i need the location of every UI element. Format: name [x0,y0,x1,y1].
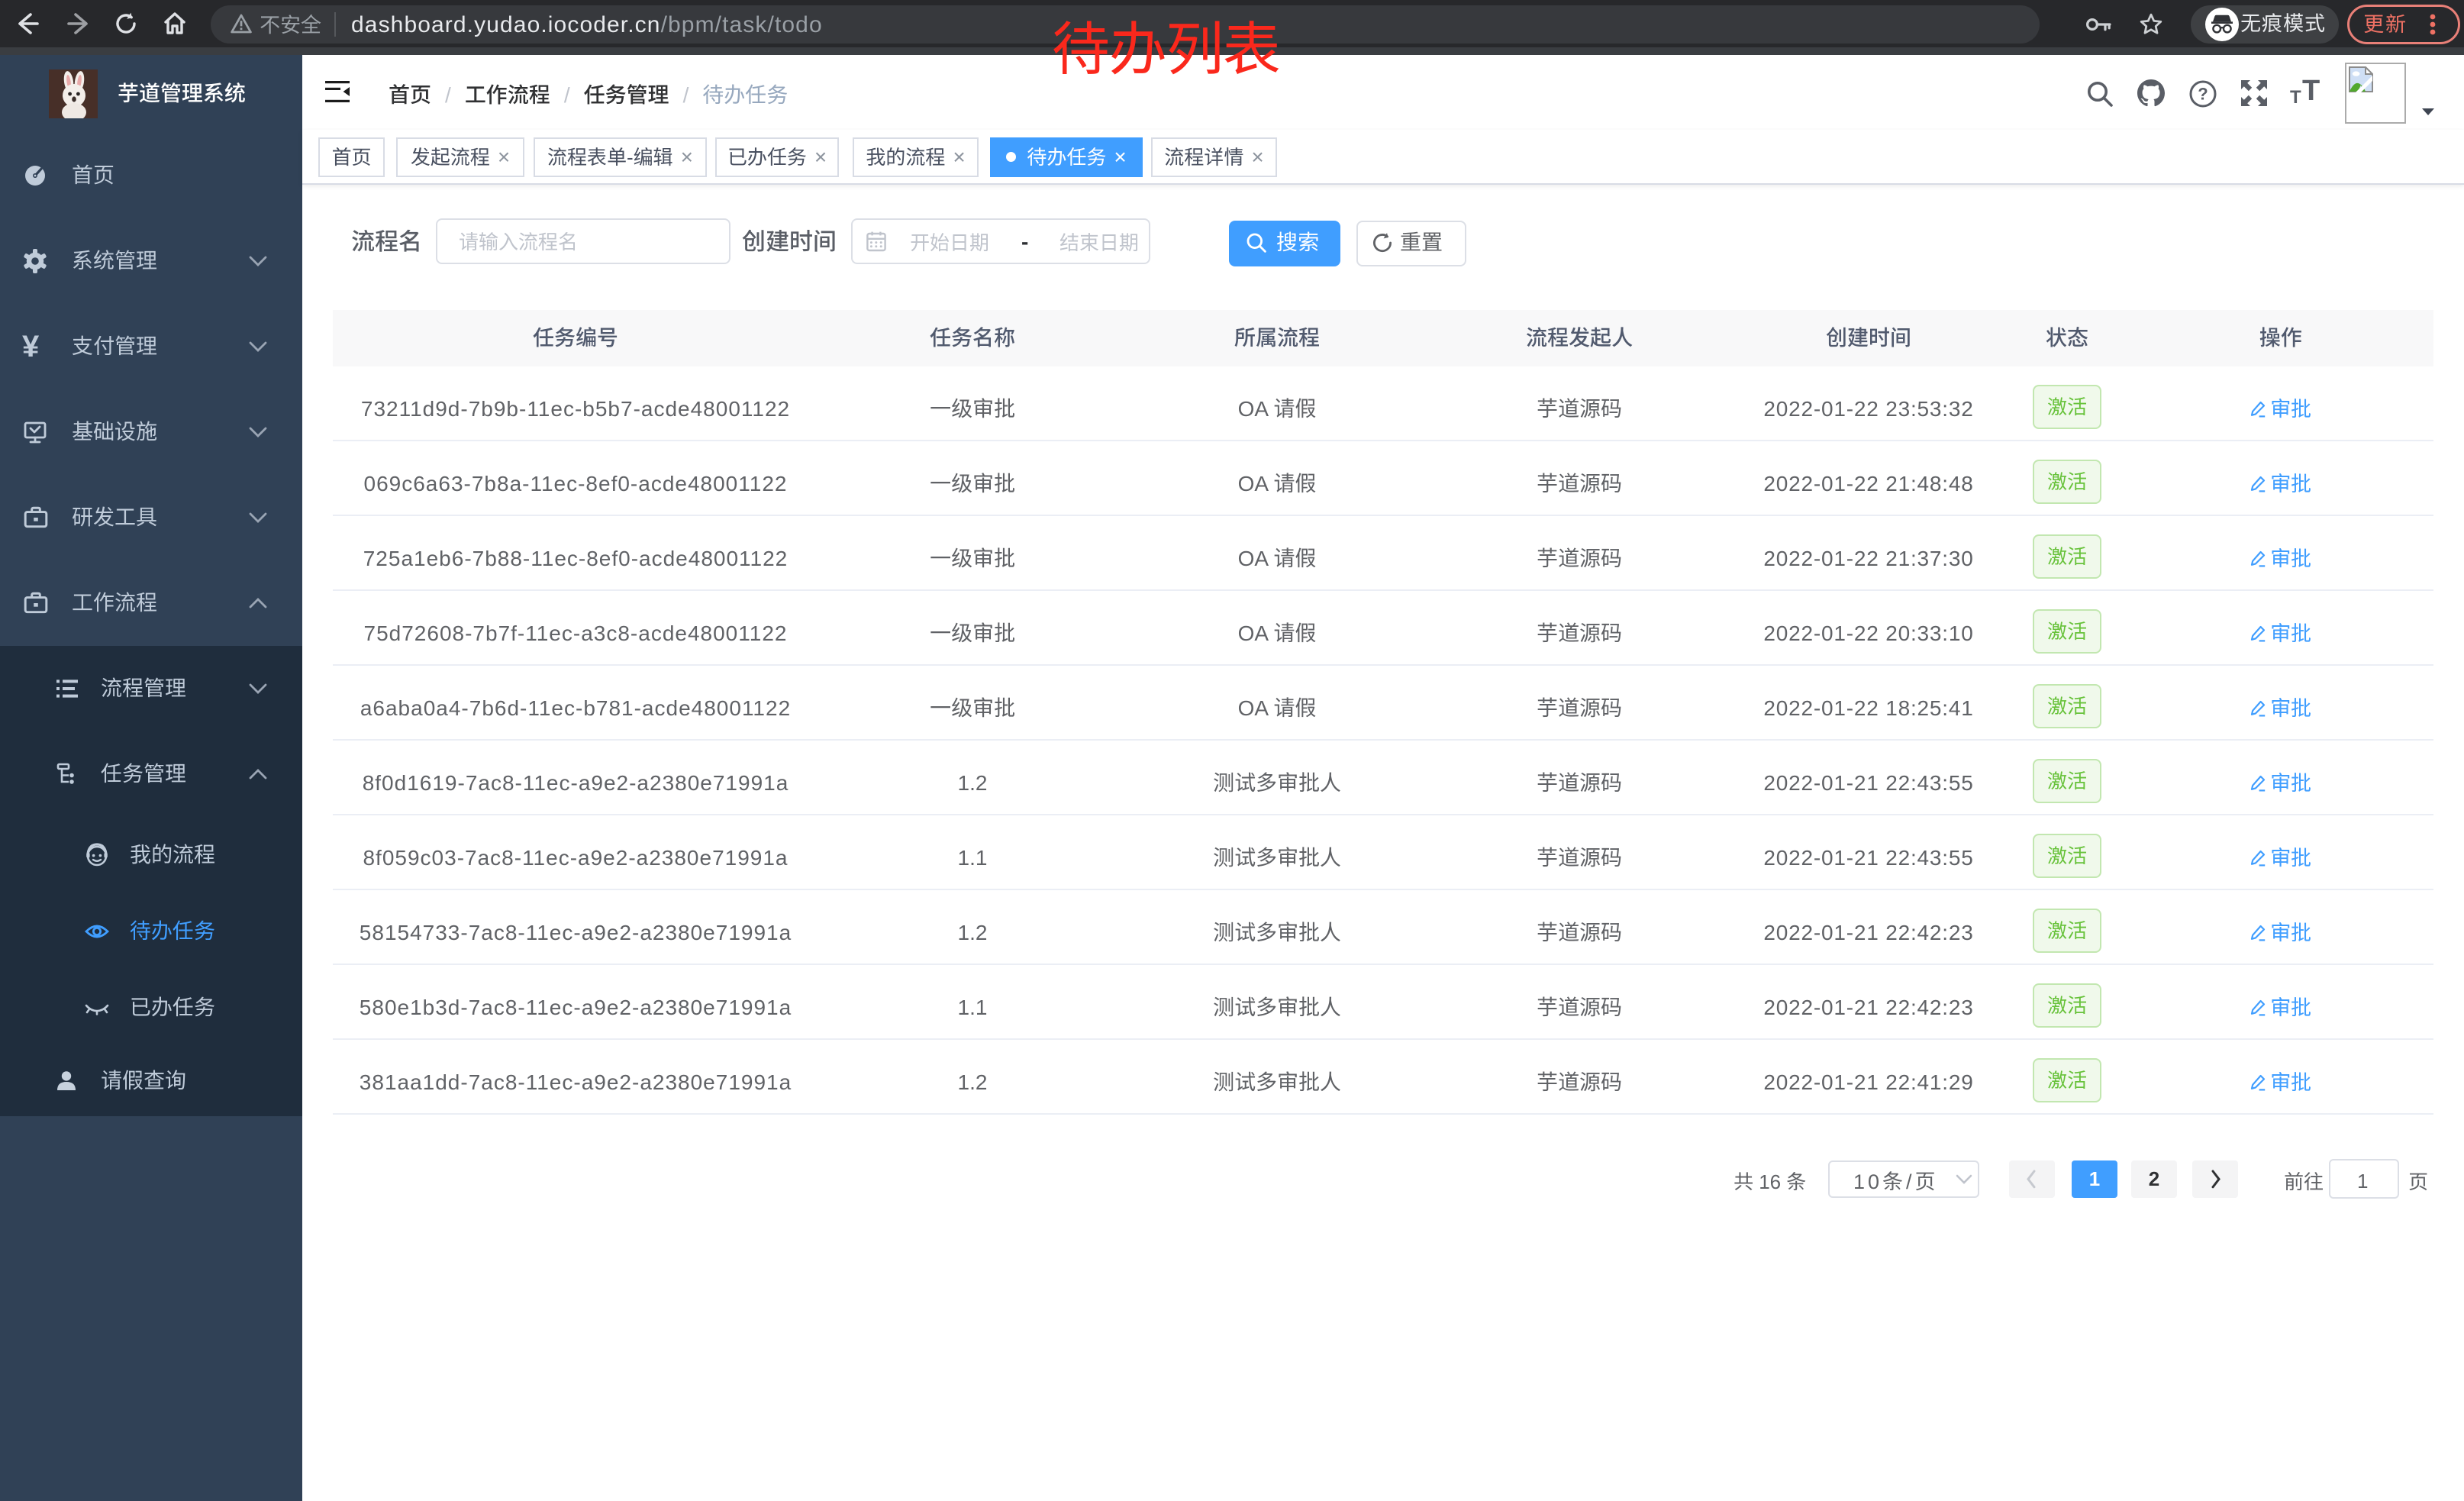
svg-text:?: ? [2198,85,2208,104]
